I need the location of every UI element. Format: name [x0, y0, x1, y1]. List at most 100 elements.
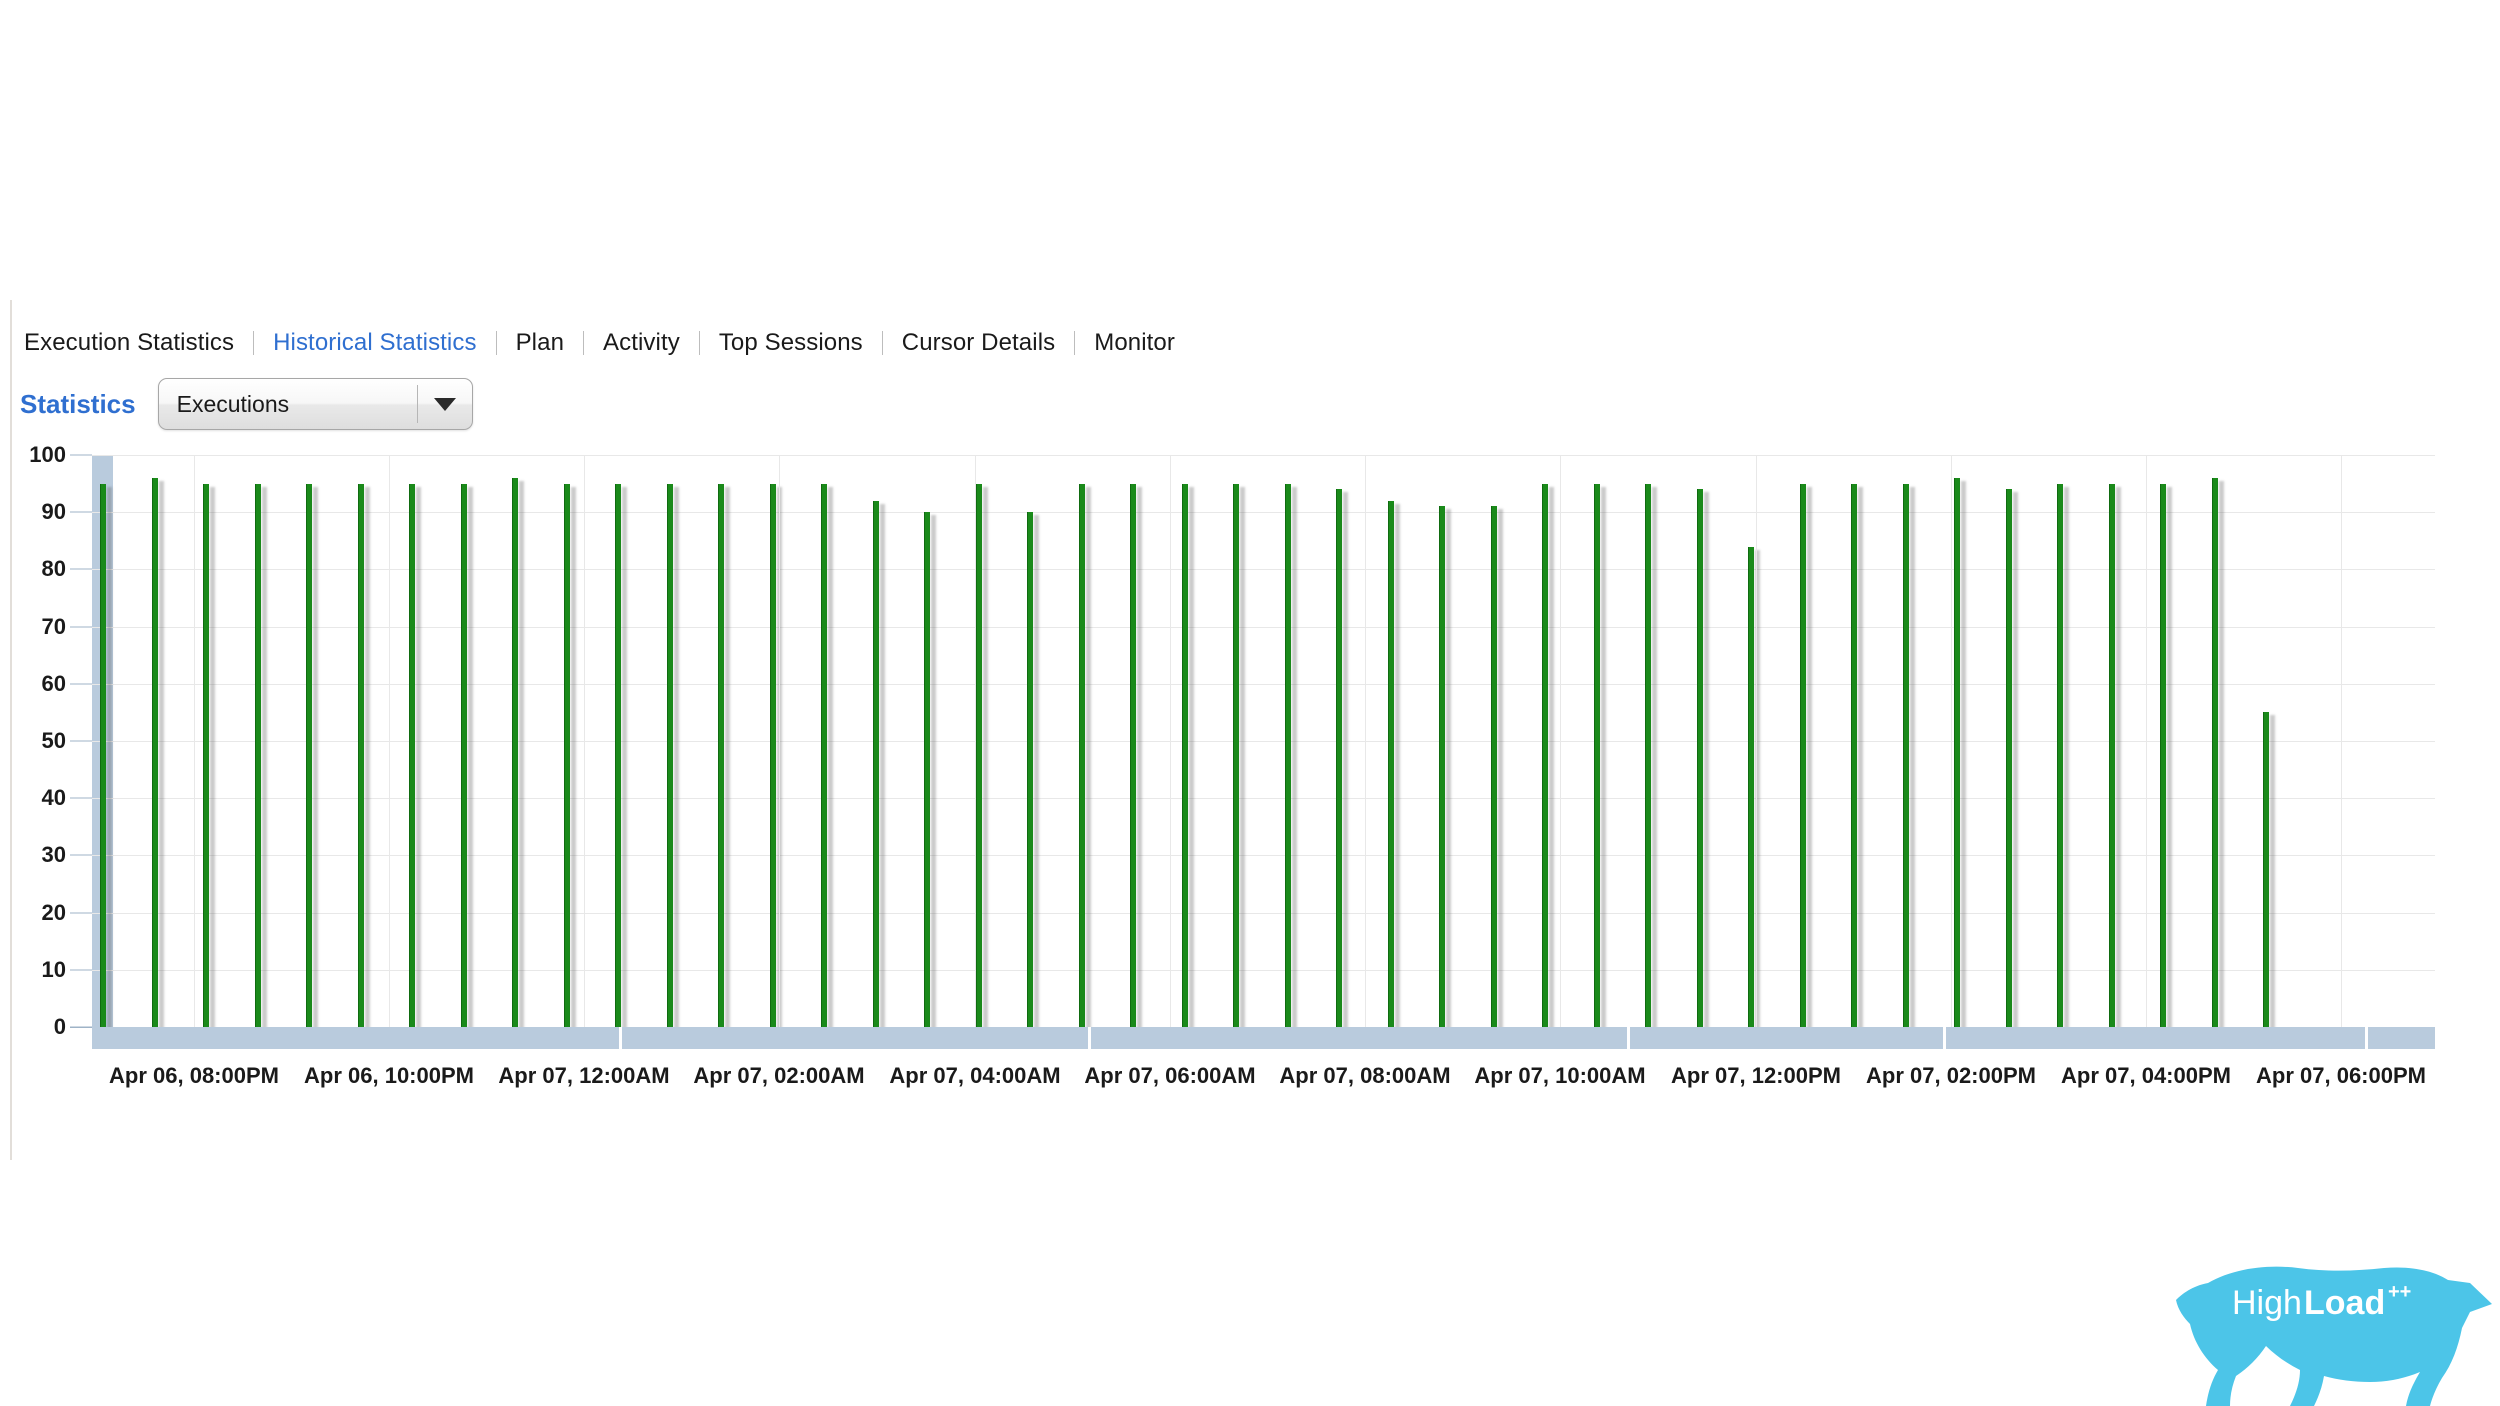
x-axis: Apr 06, 08:00PM Apr 06, 10:00PM Apr 07, 12… — [92, 1063, 2435, 1103]
y-axis-tick-mark — [70, 969, 92, 971]
chart-bar[interactable] — [1748, 546, 1754, 1027]
horizontal-gridline — [92, 969, 2435, 971]
chart-bar[interactable] — [2108, 483, 2115, 1027]
x-axis-tick-label: Apr 07, 02:00AM — [693, 1063, 865, 1088]
nav-item-cursor-details[interactable]: Cursor Details — [900, 329, 1057, 357]
y-axis-tick-label: 80 — [41, 556, 66, 582]
chart-bar[interactable] — [1851, 483, 1857, 1027]
nav-item-execution-statistics[interactable]: Execution Statistics — [22, 329, 236, 357]
horizontal-gridline — [92, 798, 2435, 800]
chart-bar[interactable] — [151, 477, 158, 1027]
chart-bar[interactable] — [1284, 483, 1291, 1027]
y-axis-tick-label: 100 — [29, 442, 66, 467]
x-axis-tick-label: Apr 07, 06:00PM — [2256, 1063, 2426, 1088]
y-axis-tick-label: 10 — [41, 956, 66, 982]
y-axis-tick-label: 40 — [41, 785, 66, 811]
x-axis-tick-label: Apr 07, 04:00AM — [889, 1063, 1061, 1088]
nav-item-plan[interactable]: Plan — [514, 329, 566, 357]
y-axis-tick-mark — [70, 683, 92, 685]
x-axis-tick-label: Apr 07, 04:00PM — [2061, 1063, 2231, 1088]
chart-bar[interactable] — [1954, 477, 1960, 1027]
chevron-down-icon[interactable] — [418, 397, 472, 411]
vertical-gridline — [1365, 455, 1366, 1027]
chart-bar[interactable] — [666, 483, 673, 1027]
nav-item-historical-statistics[interactable]: Historical Statistics — [271, 329, 478, 357]
chart-bar[interactable] — [1078, 483, 1085, 1027]
y-axis-tick-label: 90 — [41, 499, 66, 525]
chart-bar[interactable] — [975, 483, 982, 1027]
chart-bar[interactable] — [1799, 483, 1806, 1027]
x-axis-tick-label: Apr 06, 10:00PM — [304, 1063, 474, 1088]
x-axis-tick-label: Apr 07, 12:00PM — [1671, 1063, 1841, 1088]
x-axis-tick-label: Apr 07, 12:00AM — [498, 1063, 670, 1088]
chart-bar[interactable] — [769, 483, 776, 1027]
nav-separator — [253, 331, 255, 355]
chart-bar[interactable] — [718, 483, 724, 1027]
chart-bar[interactable] — [1439, 506, 1445, 1027]
vertical-gridline — [2146, 455, 2147, 1027]
nav-item-activity[interactable]: Activity — [601, 329, 682, 357]
y-axis-tick-label: 0 — [53, 1014, 66, 1039]
horizontal-gridline — [92, 683, 2435, 685]
statistics-dropdown[interactable]: Executions — [157, 378, 473, 430]
chart-bar[interactable] — [2005, 489, 2012, 1027]
chart-bar[interactable] — [1645, 483, 1651, 1027]
horizontal-gridline — [92, 569, 2435, 571]
chart-bar[interactable] — [1336, 489, 1342, 1027]
chart-bar[interactable] — [2263, 712, 2269, 1027]
y-axis-tick-mark — [70, 854, 92, 856]
y-axis-tick-label: 20 — [41, 899, 66, 925]
svg-text:++: ++ — [2388, 1281, 2411, 1303]
chart-bar[interactable] — [1593, 483, 1600, 1027]
range-band-split — [1943, 1027, 1946, 1049]
vertical-gridline — [194, 455, 195, 1027]
chart-plot-area[interactable] — [92, 455, 2435, 1027]
y-axis-tick-mark — [70, 740, 92, 742]
chart-bar[interactable] — [1233, 483, 1239, 1027]
nav-item-monitor[interactable]: Monitor — [1092, 329, 1177, 357]
svg-text:Load: Load — [2304, 1284, 2385, 1322]
chart-bar[interactable] — [615, 483, 621, 1027]
chart-bar[interactable] — [563, 483, 570, 1027]
chart-bar[interactable] — [203, 483, 209, 1027]
y-axis-tick-label: 70 — [41, 613, 66, 639]
y-axis-tick-mark — [70, 511, 92, 513]
chart-bar[interactable] — [100, 483, 106, 1027]
chart-bar[interactable] — [306, 483, 312, 1027]
highload-wordmark: High Load ++ — [2232, 1281, 2411, 1322]
horizontal-gridline — [92, 912, 2435, 914]
sql-historical-statistics-page: Execution Statistics Historical Statistic… — [0, 0, 2500, 1406]
nav-separator — [698, 331, 700, 355]
chart-bar[interactable] — [1490, 506, 1497, 1027]
chart-bar[interactable] — [1542, 483, 1548, 1027]
chart-bar[interactable] — [460, 483, 467, 1027]
y-axis-tick-mark — [70, 912, 92, 914]
chart-bar[interactable] — [924, 512, 930, 1027]
y-axis-tick-mark — [70, 454, 92, 456]
chart-bar[interactable] — [2211, 477, 2218, 1027]
chart-bar[interactable] — [821, 483, 827, 1027]
y-axis-tick-label: 60 — [41, 670, 66, 696]
chart-bar[interactable] — [2160, 483, 2166, 1027]
executions-bar-chart: 0 10 20 30 40 50 60 70 80 90 100 Apr 06, 08:00PM Ap… — [0, 442, 2500, 1095]
chart-bar[interactable] — [1902, 483, 1909, 1027]
nav-separator — [881, 331, 883, 355]
chart-bar[interactable] — [409, 483, 415, 1027]
range-selector-band[interactable] — [92, 1027, 2435, 1049]
chart-bar[interactable] — [512, 477, 518, 1027]
vertical-gridline — [1951, 455, 1952, 1027]
chart-bar[interactable] — [1130, 483, 1136, 1027]
chart-bar[interactable] — [254, 483, 261, 1027]
chart-bar[interactable] — [357, 483, 364, 1027]
x-axis-tick-label: Apr 07, 02:00PM — [1866, 1063, 2036, 1088]
vertical-gridline — [584, 455, 585, 1027]
chart-bar[interactable] — [1696, 489, 1703, 1027]
chart-bar[interactable] — [1027, 512, 1033, 1027]
vertical-gridline — [779, 455, 780, 1027]
chart-bar[interactable] — [872, 500, 879, 1027]
nav-item-top-sessions[interactable]: Top Sessions — [717, 329, 865, 357]
chart-bar[interactable] — [1181, 483, 1188, 1027]
chart-bar[interactable] — [1387, 500, 1394, 1027]
y-axis-tick-label: 50 — [41, 728, 66, 753]
chart-bar[interactable] — [2057, 483, 2063, 1027]
